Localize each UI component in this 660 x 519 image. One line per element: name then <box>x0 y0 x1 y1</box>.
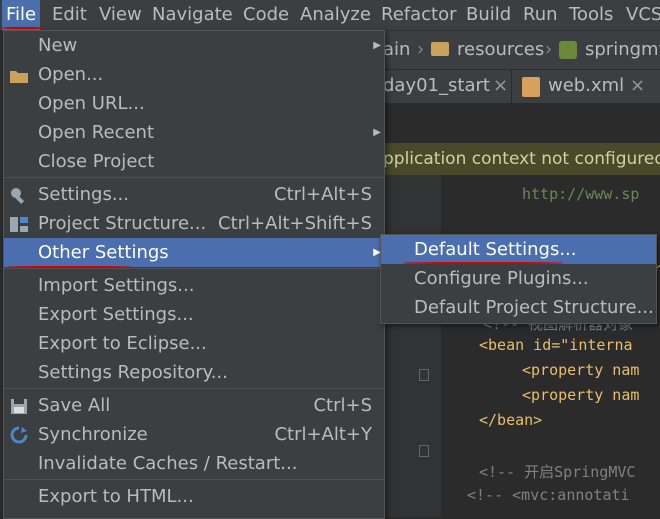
menu-item-settings-repository[interactable]: Settings Repository... <box>4 358 384 387</box>
menu-item-label: Synchronize <box>38 424 148 445</box>
code-line: <property nam <box>522 361 640 379</box>
menu-item-label: Project Structure... <box>38 213 207 234</box>
chevron-right-icon: › <box>545 39 553 60</box>
menu-item-shortcut: Ctrl+Alt+Shift+S <box>218 213 372 234</box>
menu-item-label: Save All <box>38 395 111 416</box>
menu-separator <box>4 177 384 178</box>
menu-item-label: Import Settings... <box>38 275 195 296</box>
menu-item-export-to-html[interactable]: Export to HTML... <box>4 482 384 511</box>
tab-day01-start[interactable]: day01_start × <box>383 70 512 103</box>
menu-analyze[interactable]: Analyze <box>300 4 371 26</box>
menu-vcs[interactable]: VCS <box>626 4 660 26</box>
folder-icon <box>431 42 449 56</box>
menu-item-import-settings[interactable]: Import Settings... <box>4 271 384 300</box>
menu-item-label: Export to Eclipse... <box>38 333 207 354</box>
project-structure-icon <box>9 214 29 233</box>
spring-file-icon <box>559 41 577 59</box>
menu-tools[interactable]: Tools <box>569 4 613 26</box>
menu-run[interactable]: Run <box>523 4 558 26</box>
menu-item-new[interactable]: New ▶ <box>4 31 384 60</box>
red-annotation-underline <box>2 27 44 29</box>
save-icon <box>9 396 29 415</box>
menu-view[interactable]: View <box>99 4 142 26</box>
menu-item-invalidate-caches[interactable]: Invalidate Caches / Restart... <box>4 449 384 478</box>
menu-item-close-project[interactable]: Close Project <box>4 147 384 176</box>
menu-item-synchronize[interactable]: Synchronize Ctrl+Alt+Y <box>4 420 384 449</box>
breadcrumb: ain › resources › springmv <box>383 31 660 69</box>
menu-item-shortcut: Ctrl+Alt+S <box>274 184 372 205</box>
menu-separator <box>4 268 384 269</box>
menu-bar: File Edit View Navigate Code Analyze Ref… <box>0 0 660 31</box>
editor-gutter <box>383 175 441 517</box>
menu-item-label: Close Project <box>38 151 155 172</box>
wrench-icon <box>9 185 29 204</box>
menu-item-project-structure[interactable]: Project Structure... Ctrl+Alt+Shift+S <box>4 209 384 238</box>
menu-item-label: Export to HTML... <box>38 486 194 507</box>
menu-item-label: Open Recent <box>38 122 155 143</box>
menu-item-label: Settings... <box>38 184 129 205</box>
tab-label: day01_start <box>383 75 490 96</box>
breadcrumb-item[interactable]: resources <box>457 39 544 60</box>
menu-item-open-recent[interactable]: Open Recent ▶ <box>4 118 384 147</box>
menu-item-settings[interactable]: Settings... Ctrl+Alt+S <box>4 180 384 209</box>
breadcrumb-item[interactable]: springmv <box>585 39 660 60</box>
code-line: <!-- 开启SpringMVC <box>479 463 636 481</box>
menu-item-label: Open URL... <box>38 93 145 114</box>
menu-item-label: Settings Repository... <box>38 362 228 383</box>
menu-item-save-all[interactable]: Save All Ctrl+S <box>4 391 384 420</box>
tab-web-xml[interactable]: web.xml × <box>512 70 650 103</box>
code-line: <property nam <box>522 386 640 404</box>
menu-item-label: Export Settings... <box>38 304 194 325</box>
editor-tabs: day01_start × web.xml × <box>383 69 660 103</box>
menu-build[interactable]: Build <box>466 4 511 26</box>
menu-item-export-to-eclipse[interactable]: Export to Eclipse... <box>4 329 384 358</box>
menu-code[interactable]: Code <box>243 4 289 26</box>
breadcrumb-item[interactable]: ain <box>383 39 410 60</box>
tab-label: web.xml <box>548 75 625 96</box>
menu-item-shortcut: Ctrl+S <box>313 395 372 416</box>
menu-separator <box>4 388 384 389</box>
menu-separator <box>4 479 384 480</box>
folder-icon <box>9 65 29 84</box>
sync-icon <box>9 425 29 444</box>
other-settings-submenu: Default Settings... Configure Plugins...… <box>380 234 657 324</box>
close-icon[interactable]: × <box>630 75 645 96</box>
menu-item-label: Invalidate Caches / Restart... <box>38 453 298 474</box>
code-line: </bean> <box>479 411 543 429</box>
menu-edit[interactable]: Edit <box>52 4 87 26</box>
submenu-arrow-icon: ▶ <box>373 127 381 138</box>
submenu-arrow-icon: ▶ <box>373 40 381 51</box>
menu-item-label: Default Project Structure... <box>414 297 654 318</box>
xml-file-icon <box>522 77 540 97</box>
menu-item-shortcut: Ctrl+Alt+Y <box>274 424 372 445</box>
menu-item-default-project-structure[interactable]: Default Project Structure... <box>381 293 656 322</box>
menu-refactor[interactable]: Refactor <box>381 4 457 26</box>
fold-icon[interactable] <box>419 369 429 381</box>
menu-item-export-settings[interactable]: Export Settings... <box>4 300 384 329</box>
menu-item-open-url[interactable]: Open URL... <box>4 89 384 118</box>
menu-item-configure-plugins[interactable]: Configure Plugins... <box>381 264 656 293</box>
menu-file[interactable]: File <box>2 0 41 30</box>
menu-item-other-settings[interactable]: Other Settings ▶ <box>4 238 384 267</box>
fold-icon[interactable] <box>419 445 429 457</box>
code-line: <!-- <mvc:annotati <box>467 486 630 504</box>
menu-item-label: Open... <box>38 64 104 85</box>
menu-item-default-settings[interactable]: Default Settings... <box>381 235 656 264</box>
file-menu: New ▶ Open... Open URL... Open Recent ▶ … <box>3 30 385 519</box>
menu-navigate[interactable]: Navigate <box>152 4 233 26</box>
menu-item-label: Default Settings... <box>414 239 577 260</box>
warning-banner: pplication context not configured <box>383 143 660 175</box>
menu-item-label: Other Settings <box>38 242 169 263</box>
menu-item-open[interactable]: Open... <box>4 60 384 89</box>
chevron-right-icon: › <box>417 39 425 60</box>
close-icon[interactable]: × <box>493 75 508 96</box>
menu-item-label: Configure Plugins... <box>414 268 589 289</box>
menu-item-label: New <box>38 35 78 56</box>
code-line: <bean id="interna <box>479 336 633 354</box>
code-line: http://www.sp <box>522 185 640 203</box>
